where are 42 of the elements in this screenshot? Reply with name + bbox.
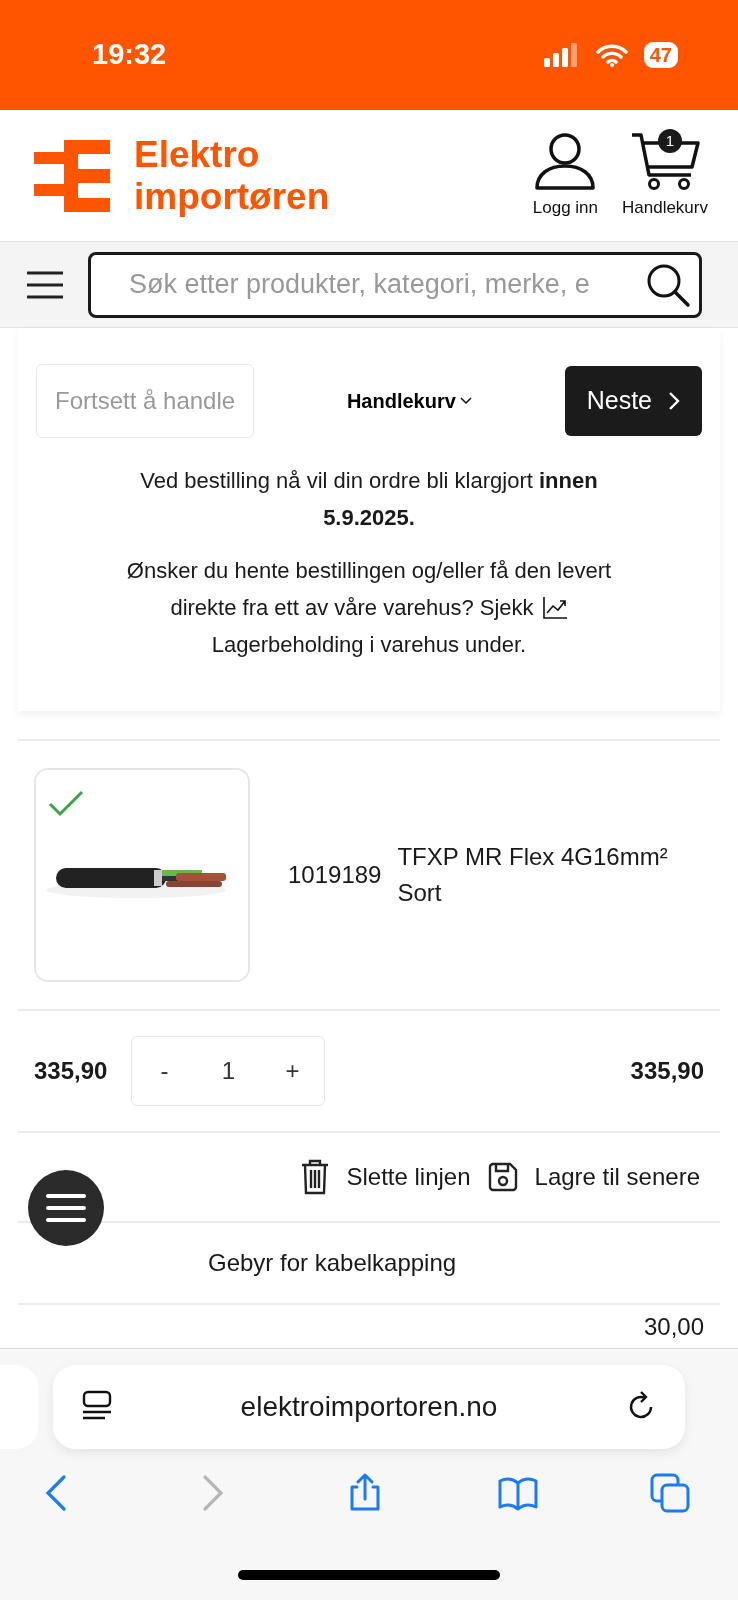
step-dropdown[interactable]: Handlekurv [340, 385, 478, 417]
next-button[interactable]: Neste [564, 366, 702, 436]
trash-icon [300, 1159, 331, 1195]
menu-icon [46, 1193, 86, 1223]
sku-text: 1019189 [288, 860, 382, 890]
logo-text: importøren [134, 175, 330, 218]
search-bar[interactable]: Søk etter produkter, kategori, merke, e [88, 251, 702, 318]
trend-chart-icon [541, 595, 568, 620]
stock-notice: Ønsker du hente bestillingen og/eller få den levert [126, 557, 612, 585]
stock-notice: direkte fra ett av våre varehus? Sjekk [170, 594, 534, 622]
clock-time: 19:32 [92, 37, 167, 73]
fee-name: Gebyr for kabelkapping [208, 1248, 457, 1278]
menu-icon [26, 269, 64, 300]
product-name[interactable]: TFXP MR Flex 4G16mm² Sort [397, 839, 688, 911]
stock-link[interactable]: Lagerbeholding i varehus under. [211, 626, 527, 663]
user-icon [533, 132, 598, 191]
quantity-stepper[interactable]: - 1 + [131, 1036, 326, 1106]
chevron-right-icon [668, 391, 680, 411]
logo-text: Elektro [134, 133, 261, 176]
url-text: elektroimportoren.no [240, 1390, 498, 1424]
cart-count-badge: 1 [658, 128, 682, 153]
address-bar[interactable]: elektroimportoren.no [53, 1365, 685, 1449]
delete-line-button[interactable]: Slette linjen [300, 1159, 471, 1195]
header-link[interactable]: 1 Handlekurv [622, 130, 708, 221]
wifi-icon [595, 43, 628, 67]
battery-level: 47 [643, 42, 678, 68]
chevron-down-icon [459, 397, 472, 405]
delivery-notice: Ved bestilling nå vil din ordre bli klargjort innen 5.9.2025. [139, 467, 599, 532]
floppy-disk-icon [486, 1161, 519, 1193]
save-for-later-button[interactable]: Lagre til senere [486, 1159, 700, 1195]
menu-button[interactable] [26, 269, 64, 300]
line-total: 335,90 [630, 1056, 704, 1086]
logo-icon [34, 139, 110, 212]
quantity-value: 1 [220, 1056, 237, 1086]
cart-icon [630, 130, 700, 191]
unit-price: 335,90 [34, 1056, 108, 1086]
signal-icon [543, 43, 580, 67]
header-link[interactable]: Logg inn [532, 132, 598, 221]
increase-button[interactable]: + [260, 1037, 325, 1105]
tabs-icon[interactable] [650, 1473, 690, 1513]
fee-price: 30,00 [643, 1312, 704, 1342]
decrease-button[interactable]: - [132, 1037, 197, 1105]
